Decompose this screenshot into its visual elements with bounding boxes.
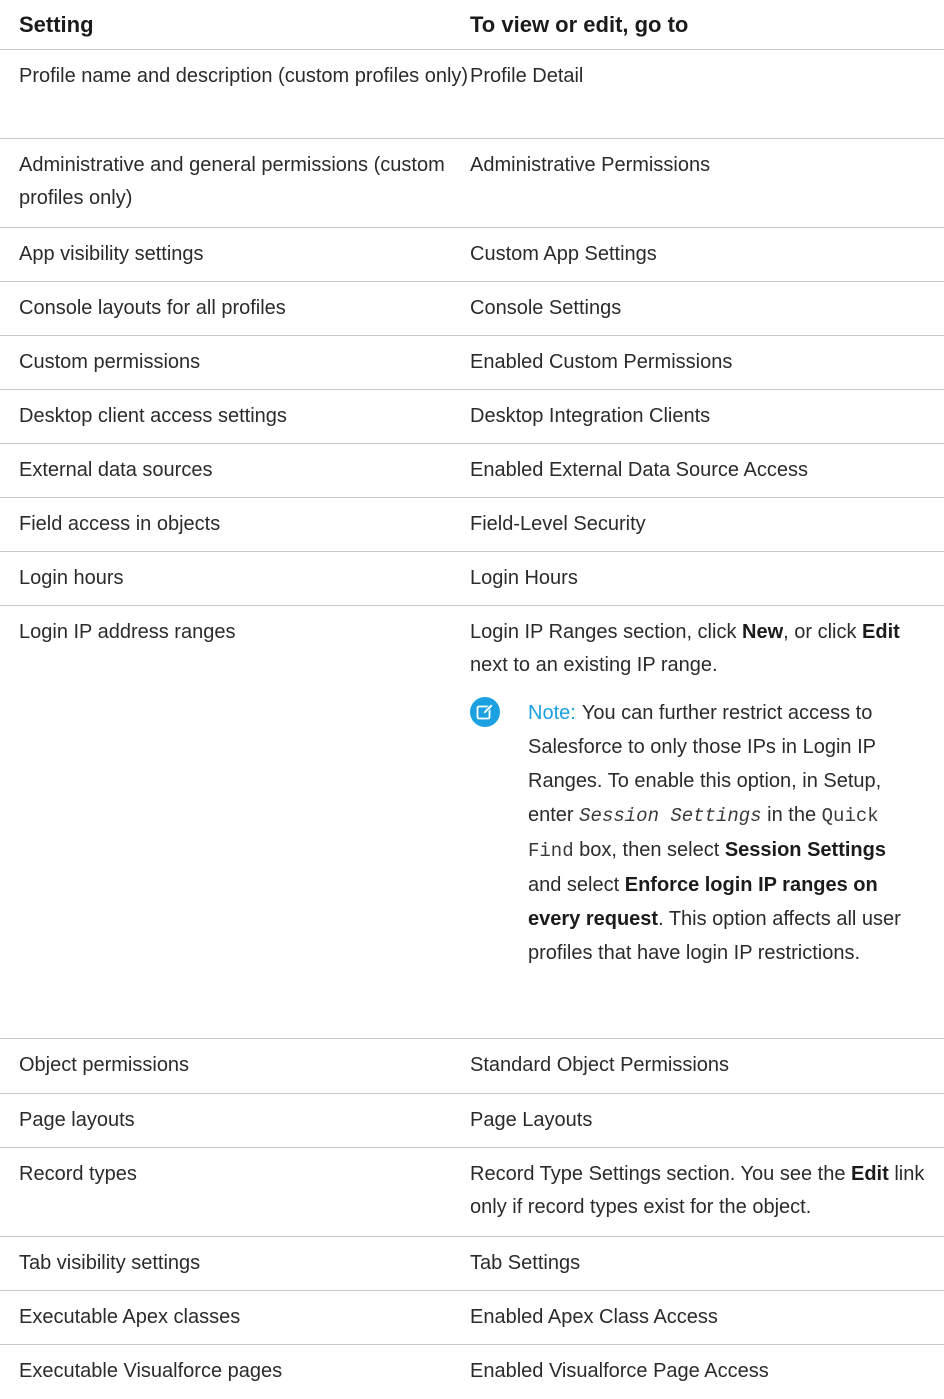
setting-cell: App visibility settings xyxy=(19,243,204,265)
location-cell: Standard Object Permissions xyxy=(470,1054,730,1076)
table-row: Field access in objects Field-Level Secu… xyxy=(0,498,944,552)
setting-cell: Tab visibility settings xyxy=(19,1252,201,1274)
location-cell: Login IP Ranges section, click New, or c… xyxy=(470,616,944,1038)
location-cell: Field-Level Security xyxy=(470,513,646,535)
table-row: Login IP address ranges Login IP Ranges … xyxy=(0,606,944,1039)
setting-cell: Page layouts xyxy=(19,1109,135,1131)
location-cell: Desktop Integration Clients xyxy=(470,405,711,427)
setting-cell: Login IP address ranges xyxy=(19,621,236,643)
location-cell: Page Layouts xyxy=(470,1109,593,1131)
table-row: Executable Apex classes Enabled Apex Cla… xyxy=(0,1291,944,1345)
edit-note-icon xyxy=(470,697,500,727)
table-row: Page layouts Page Layouts xyxy=(0,1094,944,1148)
table-row: Custom permissions Enabled Custom Permis… xyxy=(0,336,944,390)
header-location: To view or edit, go to xyxy=(470,12,689,37)
table-row: App visibility settings Custom App Setti… xyxy=(0,228,944,282)
table-row: Executable Visualforce pages Enabled Vis… xyxy=(0,1345,944,1399)
new-link-text: New xyxy=(742,621,784,643)
location-cell: Custom App Settings xyxy=(470,243,657,265)
setting-cell: Field access in objects xyxy=(19,513,221,535)
table-row: Administrative and general permissions (… xyxy=(0,139,944,228)
settings-table: Setting To view or edit, go to Profile n… xyxy=(0,0,944,1399)
location-cell: Enabled Apex Class Access xyxy=(470,1306,718,1328)
table-row: Console layouts for all profiles Console… xyxy=(0,282,944,336)
location-text: Login IP Ranges section, click New, or c… xyxy=(470,621,900,676)
setting-cell: Console layouts for all profiles xyxy=(19,297,286,319)
setting-cell: Profile name and description (custom pro… xyxy=(19,65,469,87)
location-cell: Tab Settings xyxy=(470,1252,581,1274)
location-cell: Console Settings xyxy=(470,297,622,319)
table-row: Desktop client access settings Desktop I… xyxy=(0,390,944,444)
table-header: Setting To view or edit, go to xyxy=(0,0,944,50)
setting-cell: Object permissions xyxy=(19,1054,190,1076)
note-callout: Note: You can further restrict access to … xyxy=(470,696,938,970)
setting-cell: Desktop client access settings xyxy=(19,405,287,427)
location-cell: Login Hours xyxy=(470,567,578,589)
setting-cell: Administrative and general permissions (… xyxy=(19,154,445,209)
setting-cell: Record types xyxy=(19,1163,137,1185)
location-cell: Administrative Permissions xyxy=(470,154,711,176)
location-cell: Enabled Custom Permissions xyxy=(470,351,733,373)
table-row: Object permissions Standard Object Permi… xyxy=(0,1039,944,1094)
table-row: Login hours Login Hours xyxy=(0,552,944,606)
location-cell: Profile Detail xyxy=(470,65,584,87)
edit-link-text: Edit xyxy=(851,1163,889,1185)
setting-cell: Executable Apex classes xyxy=(19,1306,241,1328)
header-setting: Setting xyxy=(19,12,94,37)
location-cell: Enabled Visualforce Page Access xyxy=(470,1360,769,1382)
table-row: Profile name and description (custom pro… xyxy=(0,50,944,139)
table-row: External data sources Enabled External D… xyxy=(0,444,944,498)
setting-cell: Custom permissions xyxy=(19,351,201,373)
edit-link-text: Edit xyxy=(862,621,900,643)
setting-cell: External data sources xyxy=(19,459,213,481)
note-label: Note: xyxy=(528,702,576,724)
session-settings-code: Session Settings xyxy=(579,805,762,827)
note-text: Note: You can further restrict access to … xyxy=(528,702,901,964)
table-row: Record types Record Type Settings sectio… xyxy=(0,1148,944,1237)
location-cell: Enabled External Data Source Access xyxy=(470,459,808,481)
table-row: Tab visibility settings Tab Settings xyxy=(0,1237,944,1291)
setting-cell: Login hours xyxy=(19,567,124,589)
setting-cell: Executable Visualforce pages xyxy=(19,1360,283,1382)
location-cell: Record Type Settings section. You see th… xyxy=(470,1163,925,1218)
